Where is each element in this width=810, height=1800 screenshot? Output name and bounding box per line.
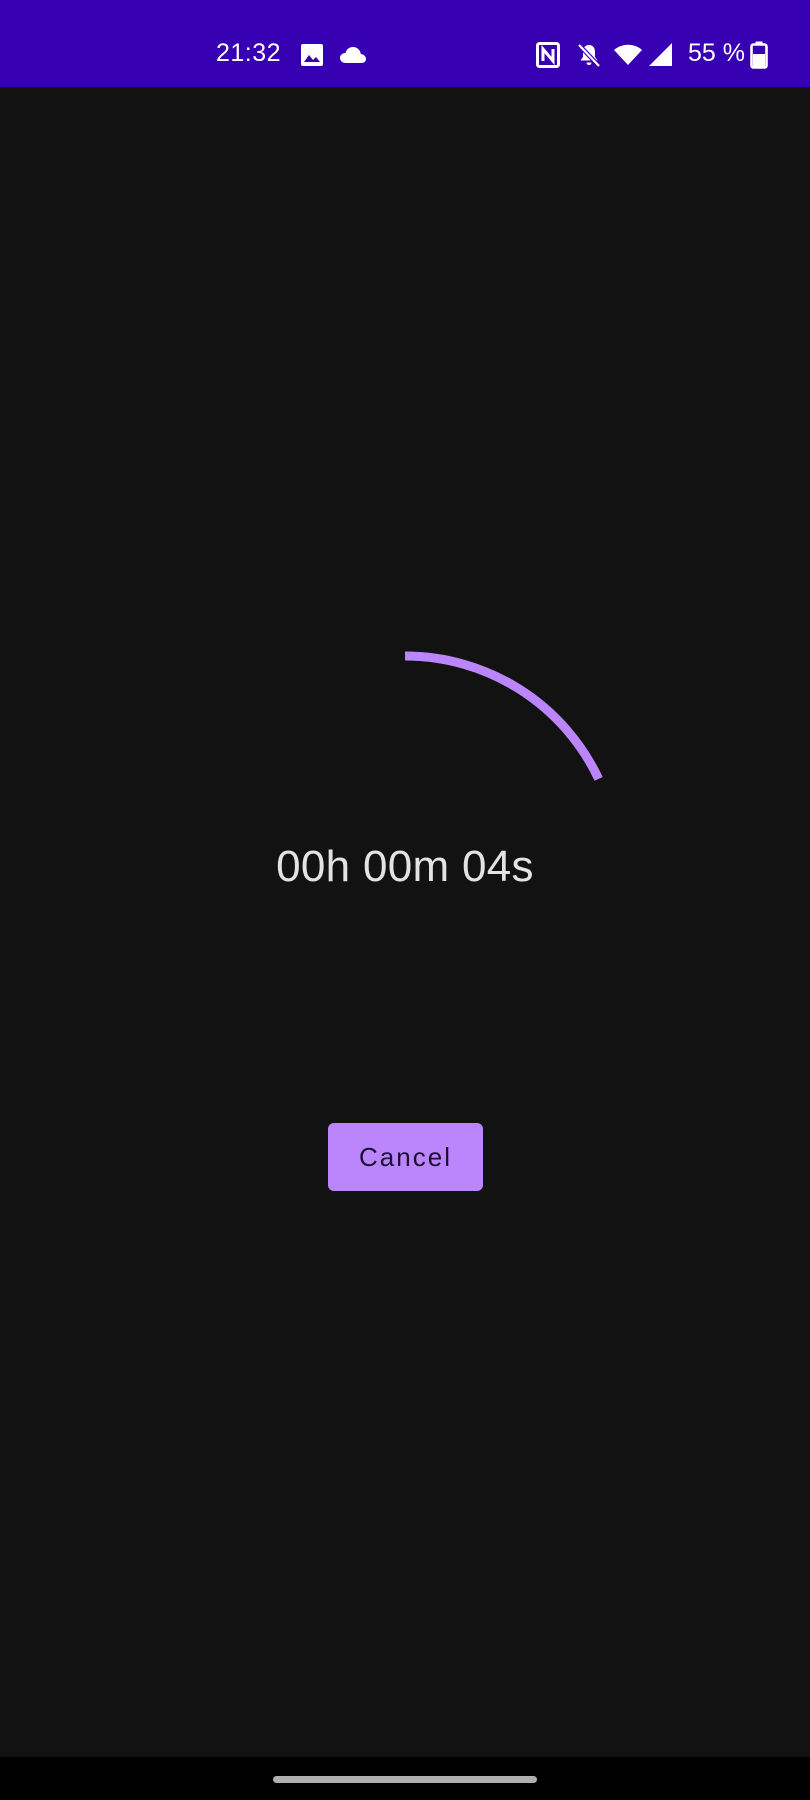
wifi-icon <box>614 44 642 65</box>
notifications-off-icon <box>577 43 601 68</box>
timer-progress-arc <box>404 651 603 781</box>
image-icon <box>301 44 323 66</box>
timer-progress-ring <box>404 651 603 781</box>
timer-screen: 21:32 55 % 00h 00m 04s Cancel <box>0 0 810 1800</box>
nfc-icon <box>536 42 560 68</box>
status-bar: 21:32 55 % <box>0 0 810 87</box>
cancel-button[interactable]: Cancel <box>328 1123 483 1191</box>
battery-percentage: 55 % <box>688 39 745 67</box>
timer-content: 00h 00m 04s Cancel <box>0 87 810 1757</box>
timer-display: 00h 00m 04s <box>276 842 534 891</box>
cloud-icon <box>340 47 366 63</box>
battery-icon <box>750 41 768 69</box>
navigation-bar <box>0 1757 810 1800</box>
signal-icon <box>649 43 672 66</box>
status-time: 21:32 <box>216 39 282 67</box>
gesture-handle[interactable] <box>273 1776 537 1783</box>
